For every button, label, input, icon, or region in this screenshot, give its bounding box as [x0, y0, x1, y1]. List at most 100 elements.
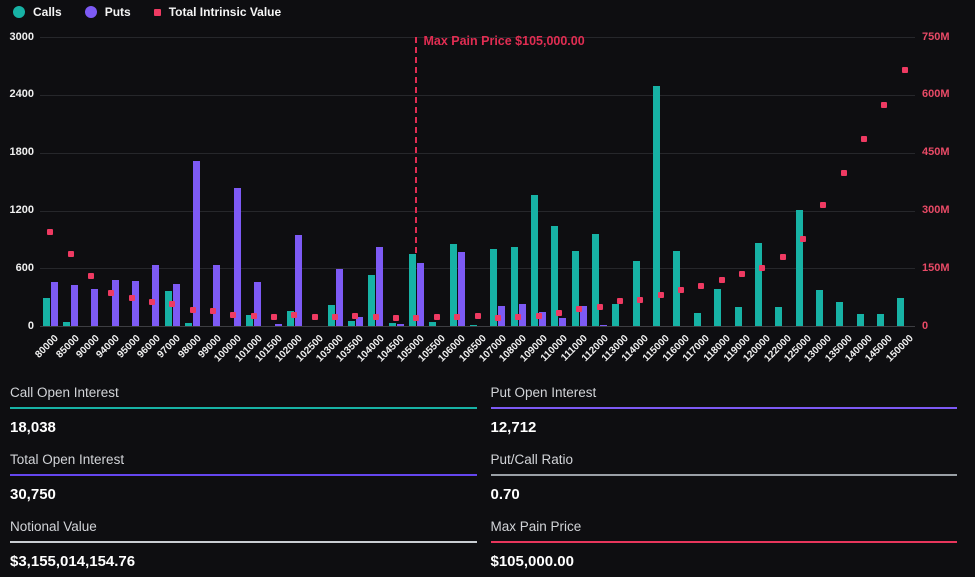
- intrinsic-point-109000[interactable]: [536, 313, 542, 319]
- put-bar-101500[interactable]: [275, 324, 282, 326]
- intrinsic-point-105500[interactable]: [434, 314, 440, 320]
- put-bar-104500[interactable]: [397, 324, 404, 326]
- right-axis-tick: 150M: [922, 262, 966, 274]
- put-bar-80000[interactable]: [51, 282, 58, 326]
- put-bar-90000[interactable]: [91, 289, 98, 327]
- put-bar-99000[interactable]: [213, 265, 220, 326]
- intrinsic-point-117000[interactable]: [698, 283, 704, 289]
- intrinsic-point-103000[interactable]: [332, 314, 338, 320]
- put-bar-110000[interactable]: [559, 318, 566, 326]
- call-bar-97000[interactable]: [165, 291, 172, 326]
- intrinsic-point-115000[interactable]: [658, 292, 664, 298]
- intrinsic-point-85000[interactable]: [68, 251, 74, 257]
- put-bar-96000[interactable]: [152, 265, 159, 327]
- call-bar-130000[interactable]: [816, 290, 823, 327]
- legend-item-puts[interactable]: Puts: [85, 5, 131, 19]
- intrinsic-point-98000[interactable]: [190, 307, 196, 313]
- put-bar-94000[interactable]: [112, 280, 119, 326]
- intrinsic-point-130000[interactable]: [820, 202, 826, 208]
- call-bar-119000[interactable]: [735, 307, 742, 326]
- left-axis-tick: 1800: [0, 146, 34, 158]
- call-bar-103500[interactable]: [348, 321, 355, 326]
- intrinsic-point-104500[interactable]: [393, 315, 399, 321]
- intrinsic-point-113000[interactable]: [617, 298, 623, 304]
- intrinsic-point-145000[interactable]: [881, 102, 887, 108]
- intrinsic-point-107000[interactable]: [495, 315, 501, 321]
- call-bar-120000[interactable]: [755, 243, 762, 326]
- gridline: [40, 95, 915, 96]
- call-bar-112000[interactable]: [592, 234, 599, 326]
- intrinsic-point-106500[interactable]: [475, 313, 481, 319]
- call-bar-113000[interactable]: [612, 304, 619, 326]
- gridline: [40, 268, 915, 269]
- call-bar-104500[interactable]: [389, 323, 396, 326]
- put-bar-98000[interactable]: [193, 161, 200, 326]
- stat-underline: [10, 474, 477, 476]
- left-axis-tick: 0: [0, 320, 34, 332]
- call-bar-109000[interactable]: [531, 195, 538, 327]
- intrinsic-point-135000[interactable]: [841, 170, 847, 176]
- call-bar-115000[interactable]: [653, 86, 660, 326]
- intrinsic-point-101000[interactable]: [251, 313, 257, 319]
- intrinsic-point-120000[interactable]: [759, 265, 765, 271]
- intrinsic-point-99000[interactable]: [210, 308, 216, 314]
- intrinsic-point-95000[interactable]: [129, 295, 135, 301]
- call-bar-98000[interactable]: [185, 323, 192, 326]
- intrinsic-point-122000[interactable]: [780, 254, 786, 260]
- call-bar-118000[interactable]: [714, 289, 721, 327]
- call-bar-85000[interactable]: [63, 322, 70, 326]
- intrinsic-point-150000[interactable]: [902, 67, 908, 73]
- call-bar-140000[interactable]: [857, 314, 864, 326]
- call-bar-105500[interactable]: [429, 322, 436, 326]
- right-axis-tick: 750M: [922, 31, 966, 43]
- intrinsic-point-114000[interactable]: [637, 297, 643, 303]
- intrinsic-point-110000[interactable]: [556, 310, 562, 316]
- put-bar-95000[interactable]: [132, 281, 139, 326]
- call-bar-111000[interactable]: [572, 251, 579, 326]
- left-axis-tick: 600: [0, 262, 34, 274]
- intrinsic-point-80000[interactable]: [47, 229, 53, 235]
- call-bar-125000[interactable]: [796, 210, 803, 326]
- intrinsic-point-116000[interactable]: [678, 287, 684, 293]
- legend-item-calls[interactable]: Calls: [13, 5, 62, 19]
- call-bar-122000[interactable]: [775, 307, 782, 326]
- intrinsic-point-112000[interactable]: [597, 304, 603, 310]
- intrinsic-marker-icon: [154, 9, 161, 16]
- intrinsic-point-111000[interactable]: [576, 306, 582, 312]
- intrinsic-point-102000[interactable]: [291, 312, 297, 318]
- put-bar-112000[interactable]: [600, 325, 607, 326]
- intrinsic-point-97000[interactable]: [169, 301, 175, 307]
- left-axis-tick: 2400: [0, 88, 34, 100]
- intrinsic-point-106000[interactable]: [454, 314, 460, 320]
- stat-underline: [10, 407, 477, 409]
- legend-label: Puts: [105, 5, 131, 19]
- call-bar-117000[interactable]: [694, 313, 701, 326]
- stat-value: $105,000.00: [491, 553, 958, 570]
- legend-item-total-intrinsic-value[interactable]: Total Intrinsic Value: [154, 5, 281, 19]
- put-bar-85000[interactable]: [71, 285, 78, 326]
- intrinsic-point-96000[interactable]: [149, 299, 155, 305]
- intrinsic-point-94000[interactable]: [108, 290, 114, 296]
- intrinsic-point-104000[interactable]: [373, 314, 379, 320]
- intrinsic-point-140000[interactable]: [861, 136, 867, 142]
- put-bar-100000[interactable]: [234, 188, 241, 326]
- plot-area[interactable]: 3000750M2400600M1800450M1200300M600150M0…: [0, 0, 975, 378]
- call-bar-145000[interactable]: [877, 314, 884, 327]
- intrinsic-point-108000[interactable]: [515, 314, 521, 320]
- intrinsic-point-118000[interactable]: [719, 277, 725, 283]
- intrinsic-point-105000[interactable]: [413, 315, 419, 321]
- stat-max-pain-price: Max Pain Price $105,000.00: [491, 519, 958, 570]
- intrinsic-point-103500[interactable]: [352, 313, 358, 319]
- intrinsic-point-101500[interactable]: [271, 314, 277, 320]
- call-bar-106500[interactable]: [470, 325, 477, 326]
- intrinsic-point-90000[interactable]: [88, 273, 94, 279]
- call-bar-135000[interactable]: [836, 302, 843, 327]
- call-bar-80000[interactable]: [43, 298, 50, 326]
- intrinsic-point-100000[interactable]: [230, 312, 236, 318]
- intrinsic-point-119000[interactable]: [739, 271, 745, 277]
- put-bar-101000[interactable]: [254, 282, 261, 326]
- call-bar-150000[interactable]: [897, 298, 904, 326]
- call-bar-114000[interactable]: [633, 261, 640, 327]
- intrinsic-point-102500[interactable]: [312, 314, 318, 320]
- intrinsic-point-125000[interactable]: [800, 236, 806, 242]
